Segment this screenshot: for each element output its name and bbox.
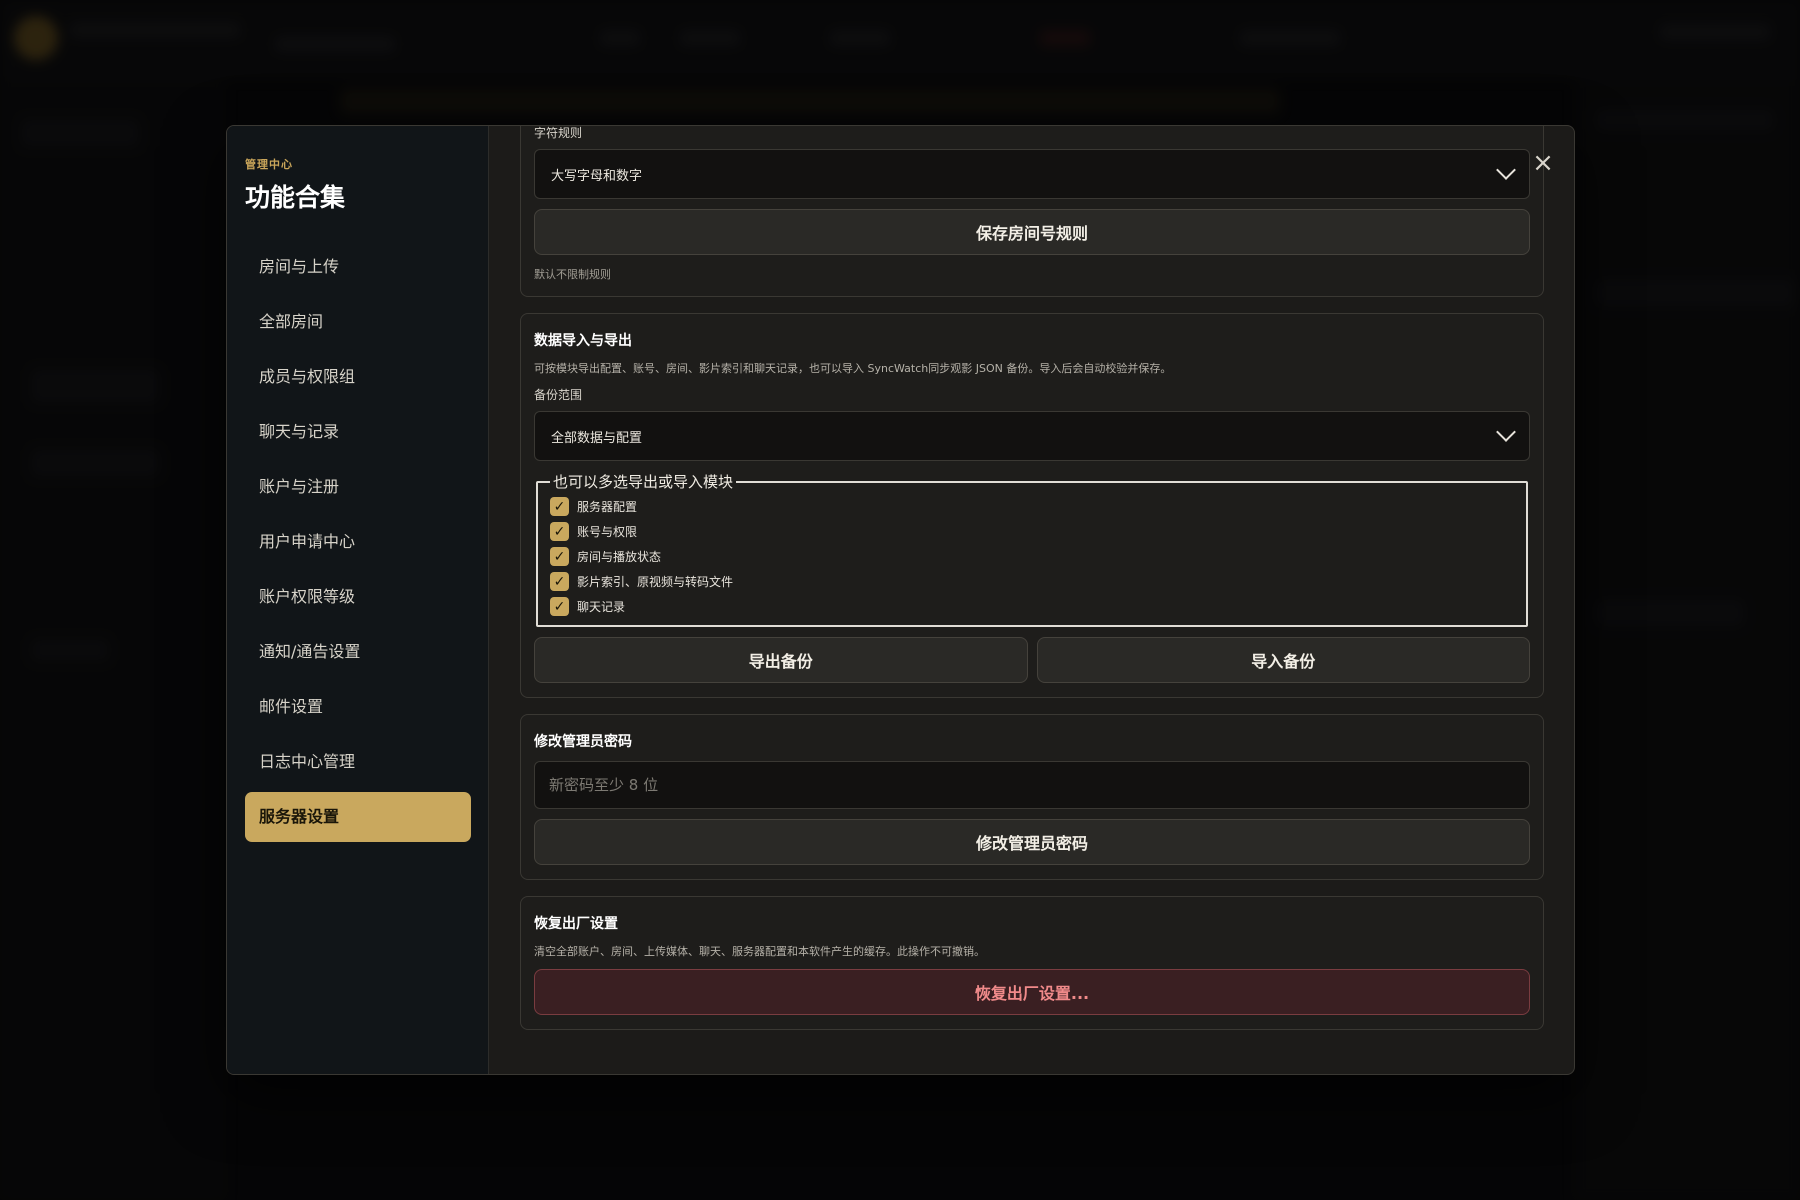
module-checkbox-chat[interactable]: ✓ 聊天记录 — [550, 594, 1514, 619]
factory-reset-card: 恢复出厂设置 清空全部账户、房间、上传媒体、聊天、服务器配置和本软件产生的缓存。… — [520, 896, 1544, 1030]
admin-password-card: 修改管理员密码 修改管理员密码 — [520, 714, 1544, 880]
change-password-button[interactable]: 修改管理员密码 — [534, 819, 1530, 865]
save-room-rule-button[interactable]: 保存房间号规则 — [534, 209, 1530, 255]
sidebar-item-log-center[interactable]: 日志中心管理 — [245, 737, 471, 787]
sidebar-item-accounts-registration[interactable]: 账户与注册 — [245, 462, 471, 512]
sidebar-item-notifications[interactable]: 通知/通告设置 — [245, 627, 471, 677]
backup-scope-select[interactable]: 全部数据与配置 — [534, 411, 1530, 461]
module-label: 房间与播放状态 — [577, 550, 662, 564]
checkbox-checked-icon[interactable]: ✓ — [550, 522, 569, 541]
export-backup-button[interactable]: 导出备份 — [534, 637, 1028, 683]
close-icon[interactable]: × — [1530, 150, 1556, 176]
sidebar-item-members-groups[interactable]: 成员与权限组 — [245, 352, 471, 402]
data-io-desc: 可按模块导出配置、账号、房间、影片索引和聊天记录，也可以导入 SyncWatch… — [534, 362, 1172, 375]
factory-reset-desc: 清空全部账户、房间、上传媒体、聊天、服务器配置和本软件产生的缓存。此操作不可撤销… — [534, 945, 985, 958]
module-checkbox-rooms[interactable]: ✓ 房间与播放状态 — [550, 544, 1514, 569]
module-label: 聊天记录 — [577, 600, 626, 614]
module-checkbox-media[interactable]: ✓ 影片索引、原视频与转码文件 — [550, 569, 1514, 594]
admin-center-modal: 管理中心 功能合集 房间与上传 全部房间 成员与权限组 聊天与记录 账户与注册 … — [226, 125, 1575, 1075]
chevron-down-icon — [1496, 422, 1516, 442]
sidebar-item-chat-records[interactable]: 聊天与记录 — [245, 407, 471, 457]
admin-password-title: 修改管理员密码 — [534, 734, 632, 750]
checkbox-checked-icon[interactable]: ✓ — [550, 547, 569, 566]
checkbox-checked-icon[interactable]: ✓ — [550, 597, 569, 616]
modules-legend: 也可以多选导出或导入模块 — [553, 473, 734, 491]
module-label: 账号与权限 — [577, 525, 638, 539]
modules-fieldset: 也可以多选导出或导入模块 ✓ 服务器配置 ✓ 账号与权限 ✓ 房间与播放状态 ✓… — [536, 471, 1528, 627]
sidebar-nav: 房间与上传 全部房间 成员与权限组 聊天与记录 账户与注册 用户申请中心 账户权… — [245, 242, 471, 842]
chevron-down-icon — [1496, 160, 1516, 180]
sidebar-item-all-rooms[interactable]: 全部房间 — [245, 297, 471, 347]
modal-content: × 字符规则 大写字母和数字 保存房间号规则 默认不限制规则 数据导入与导出 可… — [489, 126, 1574, 1074]
sidebar-item-email-settings[interactable]: 邮件设置 — [245, 682, 471, 732]
backup-scope-label: 备份范围 — [534, 388, 583, 402]
data-io-title: 数据导入与导出 — [534, 333, 632, 349]
sidebar-item-server-settings[interactable]: 服务器设置 — [245, 792, 471, 842]
factory-reset-title: 恢复出厂设置 — [534, 916, 618, 932]
checkbox-checked-icon[interactable]: ✓ — [550, 497, 569, 516]
sidebar-eyebrow: 管理中心 — [245, 158, 293, 171]
room-rule-hint: 默认不限制规则 — [534, 268, 611, 281]
module-checkbox-server-config[interactable]: ✓ 服务器配置 — [550, 494, 1514, 519]
data-io-card: 数据导入与导出 可按模块导出配置、账号、房间、影片索引和聊天记录，也可以导入 S… — [520, 313, 1544, 698]
backup-scope-value: 全部数据与配置 — [551, 430, 643, 446]
backup-button-row: 导出备份 导入备份 — [534, 637, 1530, 683]
factory-reset-button[interactable]: 恢复出厂设置... — [534, 969, 1530, 1015]
char-rule-label: 字符规则 — [534, 126, 583, 140]
module-checkbox-accounts[interactable]: ✓ 账号与权限 — [550, 519, 1514, 544]
modal-sidebar: 管理中心 功能合集 房间与上传 全部房间 成员与权限组 聊天与记录 账户与注册 … — [227, 126, 489, 1074]
sidebar-item-permission-levels[interactable]: 账户权限等级 — [245, 572, 471, 622]
sidebar-item-user-applications[interactable]: 用户申请中心 — [245, 517, 471, 567]
sidebar-item-rooms-upload[interactable]: 房间与上传 — [245, 242, 471, 292]
sidebar-title: 功能合集 — [245, 183, 346, 212]
room-rule-card: 字符规则 大写字母和数字 保存房间号规则 默认不限制规则 — [520, 126, 1544, 297]
module-label: 影片索引、原视频与转码文件 — [577, 575, 734, 589]
module-label: 服务器配置 — [577, 500, 638, 514]
char-rule-select[interactable]: 大写字母和数字 — [534, 149, 1530, 199]
import-backup-button[interactable]: 导入备份 — [1036, 637, 1530, 683]
checkbox-checked-icon[interactable]: ✓ — [550, 572, 569, 591]
char-rule-value: 大写字母和数字 — [551, 168, 643, 184]
new-password-input[interactable] — [534, 761, 1530, 809]
